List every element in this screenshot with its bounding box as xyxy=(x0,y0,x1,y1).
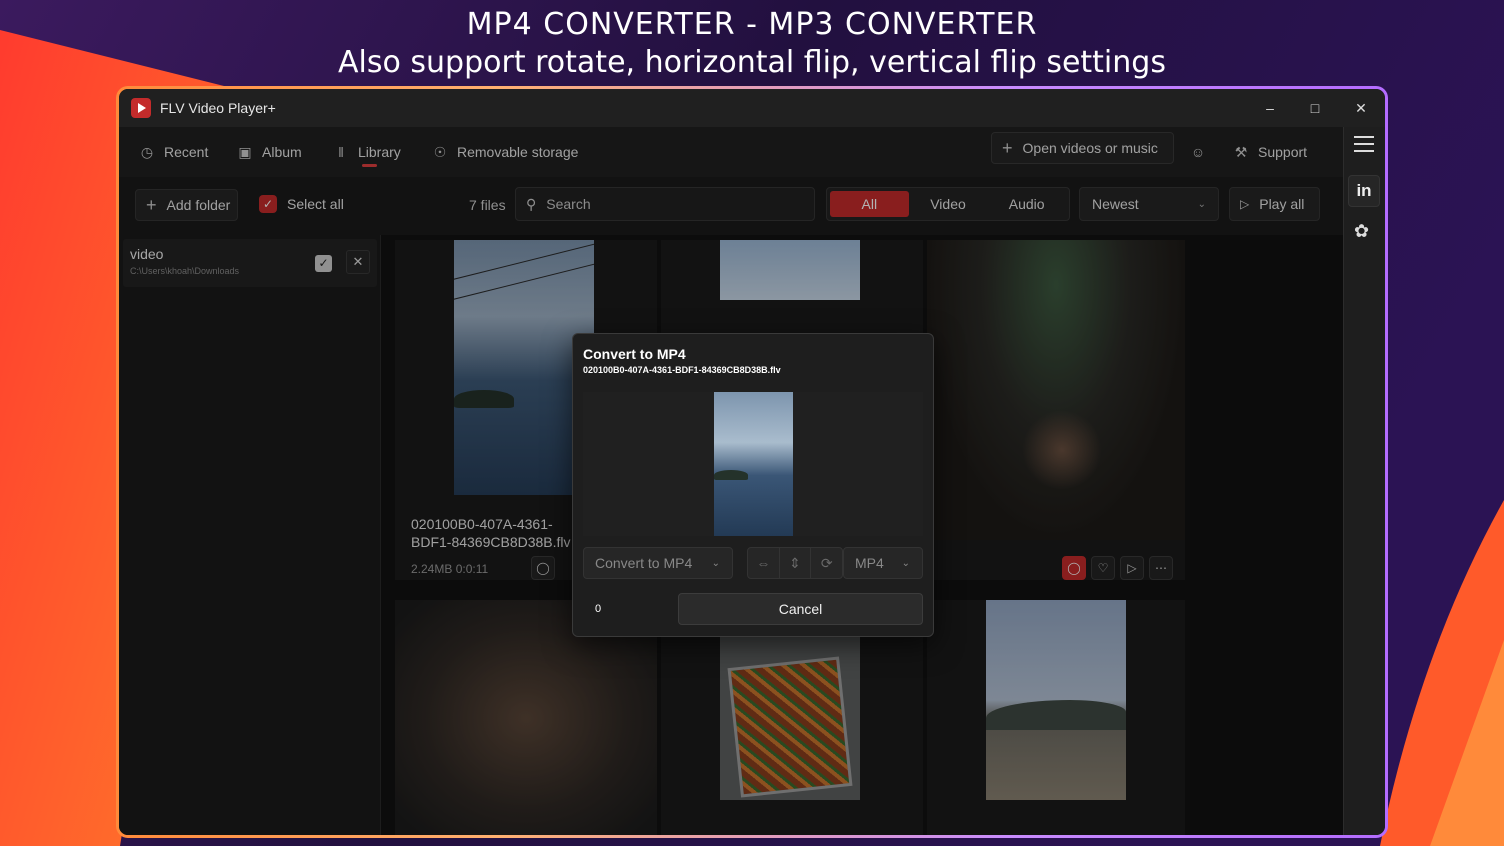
progress-value: 0 xyxy=(595,603,602,615)
transform-tools: ⇔ ⇕ ⟳ xyxy=(747,547,843,579)
chevron-down-icon: ⌄ xyxy=(901,557,910,569)
banner-subheadline: Also support rotate, horizontal flip, ve… xyxy=(338,45,1166,80)
flip-horizontal-icon[interactable]: ⇔ xyxy=(748,548,780,578)
menu-icon[interactable] xyxy=(1354,135,1374,152)
close-icon[interactable]: ✕ xyxy=(1349,97,1373,119)
title-bar[interactable]: FLV Video Player+ – □ ✕ xyxy=(119,89,1385,127)
convert-mode-dropdown[interactable]: Convert to MP4 ⌄ xyxy=(583,547,733,579)
app-window-frame: FLV Video Player+ – □ ✕ ◷ Recent ▣ Album… xyxy=(116,86,1388,838)
promo-banner: MP4 CONVERTER - MP3 CONVERTER Also suppo… xyxy=(0,6,1504,82)
dialog-file-name: 020100B0-407A-4361-BDF1-84369CB8D38B.flv xyxy=(583,365,781,375)
minimize-icon[interactable]: – xyxy=(1258,97,1282,119)
celebrate-icon[interactable]: ✿ xyxy=(1354,221,1369,242)
maximize-icon[interactable]: □ xyxy=(1303,97,1327,119)
linkedin-icon[interactable]: in xyxy=(1348,175,1380,207)
video-preview xyxy=(583,392,923,536)
rotate-icon[interactable]: ⟳ xyxy=(811,548,842,578)
convert-dialog: Convert to MP4 020100B0-407A-4361-BDF1-8… xyxy=(572,333,934,637)
side-rail: in ✿ xyxy=(1343,127,1385,835)
banner-headline: MP4 CONVERTER - MP3 CONVERTER xyxy=(466,7,1038,42)
convert-mode-label: Convert to MP4 xyxy=(595,555,693,571)
flip-vertical-icon[interactable]: ⇕ xyxy=(780,548,812,578)
app-logo-icon xyxy=(131,98,151,118)
dialog-title: Convert to MP4 xyxy=(583,346,686,362)
cancel-button[interactable]: Cancel xyxy=(678,593,923,625)
format-dropdown[interactable]: MP4 ⌄ xyxy=(843,547,923,579)
preview-frame xyxy=(714,392,793,536)
format-label: MP4 xyxy=(855,555,884,571)
app-window: FLV Video Player+ – □ ✕ ◷ Recent ▣ Album… xyxy=(119,89,1385,835)
modal-overlay: Convert to MP4 020100B0-407A-4361-BDF1-8… xyxy=(119,127,1343,835)
chevron-down-icon: ⌄ xyxy=(711,557,720,569)
app-title: FLV Video Player+ xyxy=(160,100,276,116)
